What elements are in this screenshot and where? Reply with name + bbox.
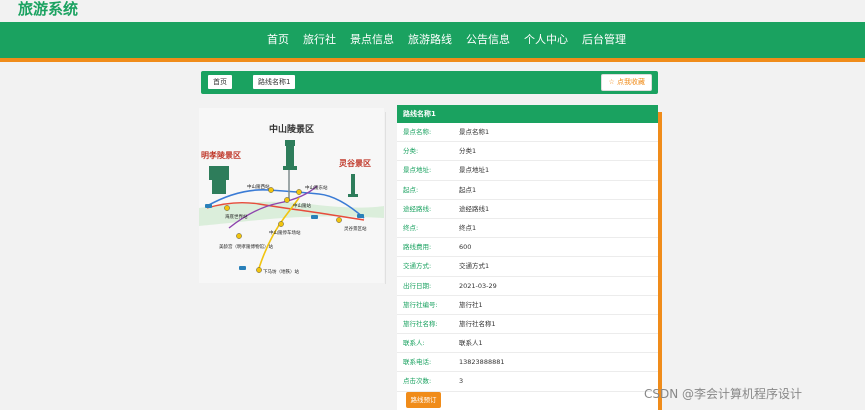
detail-row: 旅行社编号: 旅行社1 [397, 296, 658, 315]
detail-row: 起点: 起点1 [397, 181, 658, 200]
detail-label: 交通方式: [403, 262, 432, 271]
map-station-label: 美龄宫（明孝陵博物馆）站 [219, 243, 273, 250]
detail-label: 景点名称: [403, 128, 432, 136]
detail-row: 终点: 终点1 [397, 219, 658, 239]
detail-row: 途经路线: 途经路线1 [397, 200, 658, 219]
detail-value: 终点1 [459, 223, 477, 232]
breadcrumb-current: 路线名称1 [253, 75, 296, 89]
map-station-label: 中山陵西站 [247, 183, 270, 190]
detail-label: 途经路线: [403, 204, 432, 213]
detail-row: 旅行社名称: 旅行社名称1 [397, 315, 658, 335]
route-detail-title: 路线名称1 [397, 105, 658, 123]
map-area-linggu: 灵谷景区 [338, 158, 371, 168]
detail-value: 分类1 [459, 147, 477, 156]
map-station-label: 中山陵站 [293, 202, 311, 209]
nav-admin[interactable]: 后台管理 [575, 22, 633, 58]
content-divider [385, 112, 386, 284]
detail-value: 联系人1 [459, 339, 483, 348]
watermark: CSDN @李会计算机程序设计 [644, 387, 803, 401]
detail-value: 旅行社名称1 [459, 319, 496, 328]
detail-label: 起点: [403, 185, 419, 194]
detail-label: 出行日期: [403, 281, 432, 290]
detail-label: 分类: [403, 147, 419, 156]
nav-travel-agency[interactable]: 旅行社 [296, 22, 343, 58]
detail-value: 13823888881 [459, 358, 505, 367]
detail-label: 路线费用: [403, 243, 432, 252]
nav-scenic-info[interactable]: 景点信息 [343, 22, 401, 58]
nav-home[interactable]: 首页 [260, 22, 296, 58]
detail-label: 旅行社编号: [403, 300, 438, 309]
detail-row: 路线费用: 600 [397, 238, 658, 258]
detail-row: 出行日期: 2021-03-29 [397, 277, 658, 296]
map-area-mingxiaoling: 明孝陵景区 [201, 150, 241, 160]
detail-row: 联系人: 联系人1 [397, 334, 658, 354]
detail-label: 旅行社名称: [403, 319, 438, 328]
detail-label: 联系人: [403, 339, 425, 348]
breadcrumb-home[interactable]: 首页 [208, 75, 232, 89]
nav-travel-routes[interactable]: 旅游路线 [401, 22, 459, 58]
breadcrumb: 首页 路线名称1 ☆ 点我收藏 [201, 71, 658, 94]
detail-value: 景点地址1 [459, 166, 490, 175]
detail-value: 600 [459, 243, 472, 252]
panel-accent-bar [658, 112, 662, 410]
detail-row: 交通方式: 交通方式1 [397, 257, 658, 277]
map-station-label: 中山陵停车场站 [269, 229, 301, 236]
detail-label: 联系电话: [403, 358, 432, 367]
map-area-zhongshanling: 中山陵景区 [269, 123, 314, 135]
detail-row: 景点地址: 景点地址1 [397, 161, 658, 181]
favorite-button[interactable]: ☆ 点我收藏 [601, 74, 652, 91]
detail-row: 联系电话: 13823888881 [397, 353, 658, 373]
detail-value: 景点名称1 [459, 128, 490, 136]
map-station-label: 中山陵东站 [305, 184, 328, 191]
nav-accent-strip [0, 58, 865, 62]
detail-row: 分类: 分类1 [397, 142, 658, 162]
pagoda-icon [209, 166, 229, 194]
site-title: 旅游系统 [18, 0, 79, 18]
detail-row: 点击次数: 3 [397, 372, 658, 392]
map-station-label: 下马坊（地铁）站 [263, 268, 299, 275]
detail-value: 旅行社1 [459, 300, 483, 309]
detail-row: 景点名称: 景点名称1 [397, 123, 658, 143]
top-bar: 旅游系统 [0, 0, 865, 22]
detail-value: 起点1 [459, 185, 477, 194]
detail-value: 途经路线1 [459, 204, 490, 213]
detail-label: 终点: [403, 223, 419, 232]
map-station-label: 灵谷景区站 [344, 225, 367, 232]
detail-label: 点击次数: [403, 377, 432, 386]
detail-value: 2021-03-29 [459, 281, 497, 290]
nav-personal-center[interactable]: 个人中心 [517, 22, 575, 58]
book-route-button[interactable]: 路线预订 [406, 392, 441, 408]
detail-value: 3 [459, 377, 464, 386]
map-station-label: 海底世界站 [225, 213, 248, 220]
route-map-image: 中山陵景区 灵谷景区 明孝陵景区 中山陵西站 中山陵东站 中山陵站 海底世界站 … [199, 108, 384, 283]
main-nav: 首页 旅行社 景点信息 旅游路线 公告信息 个人中心 后台管理 [0, 22, 865, 58]
detail-value: 交通方式1 [459, 262, 490, 271]
detail-label: 景点地址: [403, 166, 432, 175]
nav-announcements[interactable]: 公告信息 [459, 22, 517, 58]
route-detail-panel: 路线名称1 景点名称: 景点名称1 分类: 分类1 景点地址: 景点地址1 起点: 起点… [397, 105, 658, 410]
